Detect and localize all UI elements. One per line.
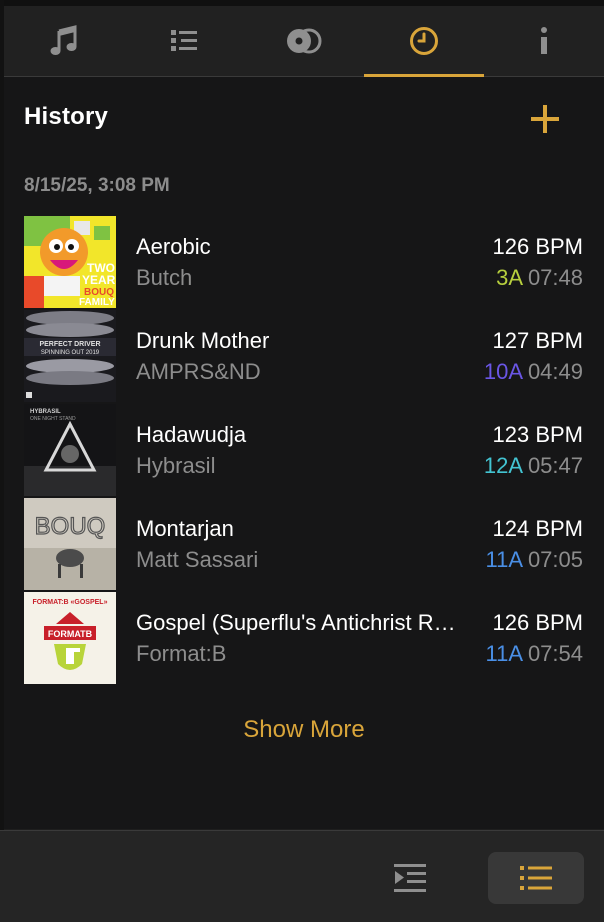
track-artist: Format:B [136, 641, 227, 666]
track-row[interactable]: TWO YEARS BOUQ FAMILY Aerobic Butch 126 … [24, 216, 586, 310]
track-duration: 07:54 [527, 641, 583, 666]
tab-decks[interactable] [244, 6, 364, 76]
art-text: FORMAT:B «GOSPEL» [33, 599, 108, 606]
art-text: YEARS [82, 273, 116, 287]
track-key: 11A [485, 547, 522, 572]
list-view-icon [520, 866, 552, 890]
album-art: HYBRASIL ONE NIGHT STAND [24, 404, 116, 496]
track-bpm: 127 BPM [492, 328, 584, 353]
track-row[interactable]: FORMAT:B «GOSPEL» FORMATB Gospel (Superf… [24, 592, 586, 686]
play-queue-icon [394, 864, 426, 892]
track-meta: 12A 05:47 [484, 453, 583, 479]
album-art: FORMAT:B «GOSPEL» FORMATB [24, 592, 116, 684]
track-artist: Matt Sassari [136, 547, 259, 572]
track-bpm: 124 BPM [492, 516, 584, 541]
art-text: SPINNING OUT 2019 [41, 350, 100, 356]
track-key: 11A [485, 641, 522, 666]
track-duration: 07:05 [527, 547, 583, 572]
disc-icon [287, 28, 322, 54]
play-queue-button[interactable] [362, 852, 458, 904]
track-artist: Hybrasil [136, 453, 216, 478]
tab-bar [4, 6, 604, 77]
tab-history[interactable] [364, 6, 484, 77]
track-duration: 04:49 [527, 359, 583, 384]
track-title: Montarjan [136, 516, 234, 541]
track-bpm: 123 BPM [492, 422, 584, 447]
history-track-list: TWO YEARS BOUQ FAMILY Aerobic Butch 126 … [24, 216, 586, 686]
track-title: Gospel (Superflu's Antichrist Remix) [136, 610, 461, 635]
session-date: 8/15/25, 3:08 PM [24, 175, 170, 196]
show-more-button[interactable]: Show More [4, 716, 604, 744]
info-icon [541, 27, 547, 54]
music-note-icon [50, 25, 77, 55]
track-bpm: 126 BPM [492, 234, 584, 259]
track-row[interactable]: PERFECT DRIVER SPINNING OUT 2019 Drunk M… [24, 310, 586, 404]
track-title: Hadawudja [136, 422, 247, 447]
track-title: Drunk Mother [136, 328, 270, 353]
track-bpm: 126 BPM [492, 610, 584, 635]
list-icon [171, 30, 197, 51]
art-text: HYBRASIL [30, 409, 61, 415]
art-text: FORMATB [48, 629, 93, 639]
bottom-toolbar [0, 830, 604, 922]
track-meta: 10A 04:49 [484, 359, 583, 385]
track-duration: 07:48 [527, 265, 583, 290]
track-meta: 3A 07:48 [496, 265, 583, 291]
track-row[interactable]: HYBRASIL ONE NIGHT STAND Hadawudja Hybra… [24, 404, 586, 498]
album-art: TWO YEARS BOUQ FAMILY [24, 216, 116, 308]
art-text: FAMILY [79, 297, 115, 308]
album-art: BOUQ [24, 498, 116, 590]
track-row[interactable]: BOUQ Montarjan Matt Sassari 124 BPM 11A … [24, 498, 586, 592]
history-title: History [24, 103, 109, 130]
tab-tracklist[interactable] [124, 6, 244, 76]
track-key: 10A [483, 359, 522, 384]
track-key: 12A [483, 453, 522, 478]
history-panel: History 8/15/25, 3:08 PM TWO YEAR BOUQ F… [4, 77, 604, 829]
art-text: ONE NIGHT STAND [30, 416, 76, 422]
plus-icon [531, 105, 559, 133]
art-text: PERFECT DRIVER [39, 341, 100, 348]
list-view-button[interactable] [488, 852, 584, 904]
track-key: 3A [496, 265, 522, 290]
track-meta: 11A 07:54 [486, 641, 584, 667]
album-art: PERFECT DRIVER SPINNING OUT 2019 [24, 310, 116, 402]
track-title: Aerobic [136, 234, 211, 259]
tab-info[interactable] [484, 6, 604, 76]
track-artist: Butch [136, 265, 193, 290]
add-button[interactable] [525, 99, 565, 139]
art-text: BOUQ [35, 513, 106, 540]
tab-music[interactable] [4, 6, 124, 76]
track-artist: AMPRS&ND [136, 359, 261, 384]
track-duration: 05:47 [527, 453, 583, 478]
clock-icon [410, 27, 438, 55]
track-meta: 11A 07:05 [486, 547, 584, 573]
app-window: History 8/15/25, 3:08 PM TWO YEAR BOUQ F… [0, 0, 604, 922]
